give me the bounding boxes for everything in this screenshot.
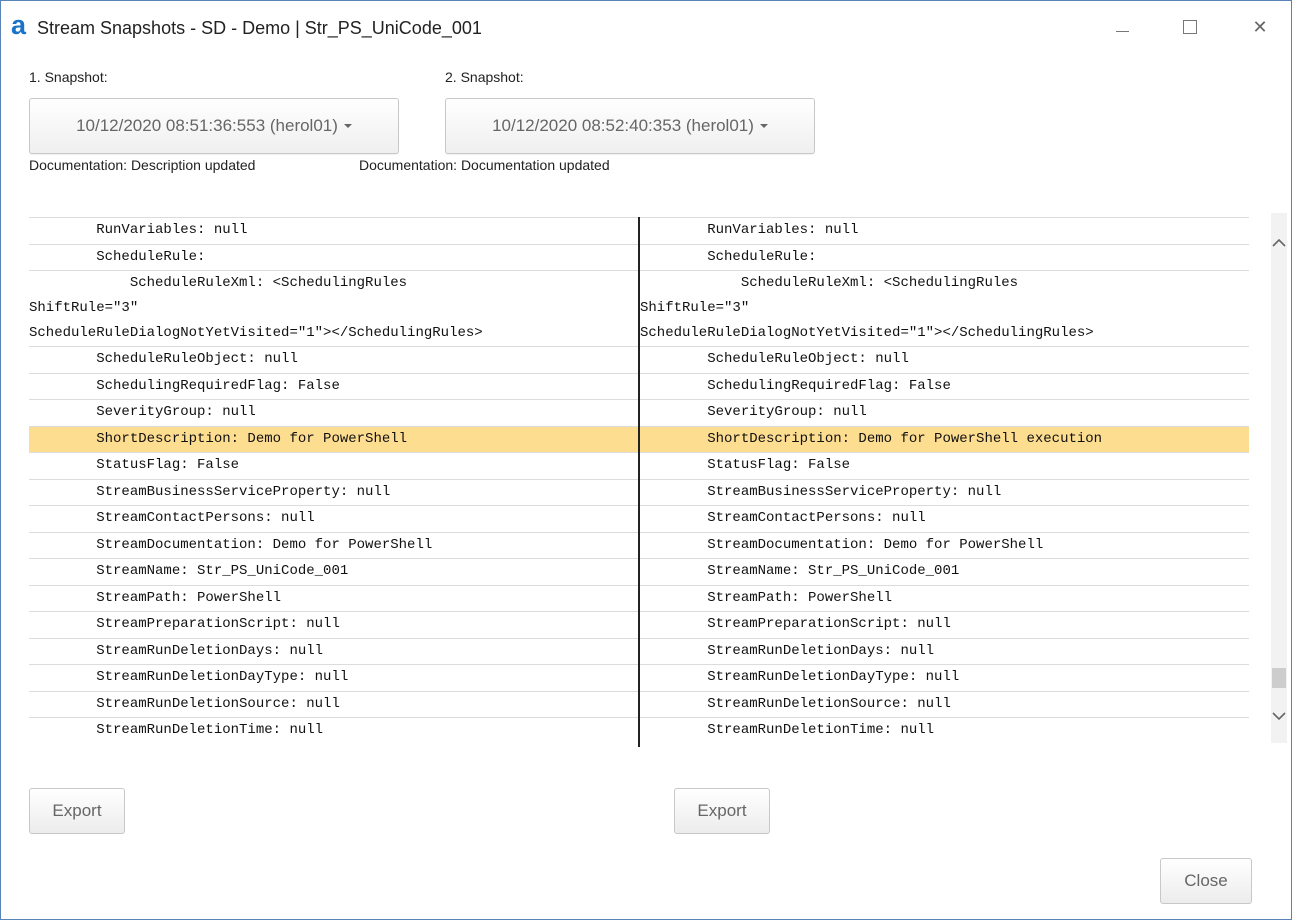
window-close-button[interactable]: ✕: [1237, 9, 1283, 45]
maximize-button[interactable]: [1167, 9, 1213, 45]
title-bar[interactable]: a Stream Snapshots - SD - Demo | Str_PS_…: [1, 1, 1291, 53]
diff-row: StreamRunDeletionDayType: null: [29, 664, 638, 691]
diff-row: StreamPreparationScript: null: [640, 611, 1249, 638]
diff-row: ScheduleRule:: [29, 243, 638, 271]
minimize-button[interactable]: [1099, 9, 1145, 45]
diff-row: StreamPath: PowerShell: [640, 584, 1249, 612]
chevron-up-icon: [1272, 235, 1286, 251]
close-icon: ✕: [1252, 16, 1268, 37]
diff-row: ScheduleRule:: [640, 243, 1249, 271]
diff-row: StreamRunDeletionTime: null: [29, 717, 638, 744]
diff-row: StreamName: Str_PS_UniCode_001: [640, 558, 1249, 585]
diff-row: StreamRunDeletionSource: null: [29, 690, 638, 718]
scroll-down-button[interactable]: [1271, 706, 1287, 726]
right-snapshot-pane[interactable]: RunVariables: null ScheduleRule: Schedul…: [640, 217, 1249, 747]
snapshot1-label: 1. Snapshot:: [29, 69, 108, 85]
diff-row: ScheduleRuleObject: null: [640, 346, 1249, 373]
export-left-button[interactable]: Export: [29, 788, 125, 834]
app-logo-icon: a: [11, 10, 27, 40]
diff-row: StreamDocumentation: Demo for PowerShell: [640, 531, 1249, 559]
window-title: Stream Snapshots - SD - Demo | Str_PS_Un…: [37, 18, 482, 38]
close-button[interactable]: Close: [1160, 858, 1252, 904]
snapshot2-dropdown[interactable]: 10/12/2020 08:52:40:353 (herol01): [445, 98, 815, 154]
stream-snapshots-window: a Stream Snapshots - SD - Demo | Str_PS_…: [0, 0, 1292, 920]
diff-row: SchedulingRequiredFlag: False: [29, 372, 638, 400]
scrollbar-thumb[interactable]: [1272, 668, 1286, 688]
diff-row: ShortDescription: Demo for PowerShell ex…: [640, 425, 1249, 452]
diff-row: StreamBusinessServiceProperty: null: [29, 478, 638, 506]
diff-row: StreamPath: PowerShell: [29, 584, 638, 612]
diff-view[interactable]: RunVariables: null ScheduleRule: Schedul…: [29, 217, 1249, 747]
diff-row: ScheduleRuleXml: <SchedulingRules ShiftR…: [29, 270, 638, 346]
diff-row: RunVariables: null: [29, 217, 638, 244]
snapshot1-value: 10/12/2020 08:51:36:553 (herol01): [76, 116, 338, 135]
diff-row: ScheduleRuleXml: <SchedulingRules ShiftR…: [640, 270, 1249, 346]
snapshot2-value: 10/12/2020 08:52:40:353 (herol01): [492, 116, 754, 135]
scroll-up-button[interactable]: [1271, 233, 1287, 253]
snapshot1-dropdown[interactable]: 10/12/2020 08:51:36:553 (herol01): [29, 98, 399, 154]
diff-row: StreamName: Str_PS_UniCode_001: [29, 558, 638, 585]
snapshot1-documentation: Documentation: Description updated: [29, 157, 256, 173]
diff-row: StreamPreparationScript: null: [29, 611, 638, 638]
diff-row: ScheduleRuleObject: null: [29, 346, 638, 373]
diff-row: StatusFlag: False: [640, 452, 1249, 479]
diff-row: StreamRunDeletionDays: null: [29, 637, 638, 665]
export-right-button[interactable]: Export: [674, 788, 770, 834]
diff-row: StreamRunDeletionDayType: null: [640, 664, 1249, 691]
diff-row: StreamRunDeletionTime: null: [640, 717, 1249, 744]
diff-row: ShortDescription: Demo for PowerShell: [29, 425, 638, 452]
snapshot2-label: 2. Snapshot:: [445, 69, 524, 85]
diff-row: StatusFlag: False: [29, 452, 638, 479]
diff-row: StreamContactPersons: null: [29, 505, 638, 532]
chevron-down-icon: [1272, 708, 1286, 724]
caret-down-icon: [343, 124, 352, 128]
left-snapshot-pane[interactable]: RunVariables: null ScheduleRule: Schedul…: [29, 217, 638, 747]
diff-row: StreamRunDeletionSource: null: [640, 690, 1249, 718]
diff-row: StreamContactPersons: null: [640, 505, 1249, 532]
vertical-scrollbar[interactable]: [1271, 213, 1287, 743]
diff-row: SeverityGroup: null: [640, 399, 1249, 426]
diff-row: RunVariables: null: [640, 217, 1249, 244]
diff-row: StreamBusinessServiceProperty: null: [640, 478, 1249, 506]
caret-down-icon: [759, 124, 768, 128]
diff-row: StreamRunDeletionDays: null: [640, 637, 1249, 665]
snapshot2-documentation: Documentation: Documentation updated: [359, 157, 610, 173]
diff-row: SeverityGroup: null: [29, 399, 638, 426]
minimize-icon: [1115, 30, 1129, 32]
diff-row: StreamDocumentation: Demo for PowerShell: [29, 531, 638, 559]
diff-row: SchedulingRequiredFlag: False: [640, 372, 1249, 400]
maximize-icon: [1183, 20, 1197, 34]
